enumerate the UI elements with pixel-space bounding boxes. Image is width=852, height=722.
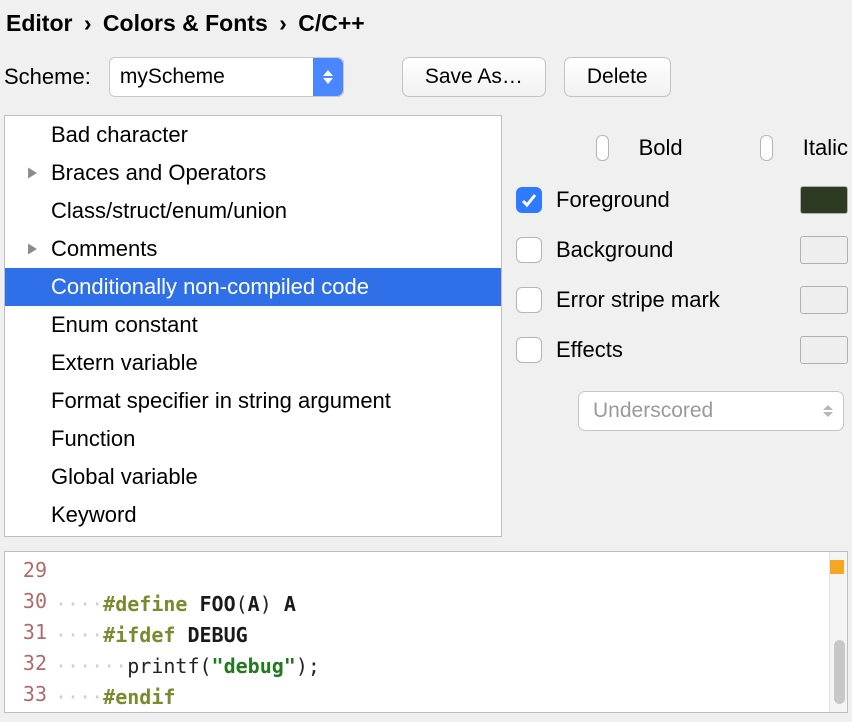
error-stripe-checkbox[interactable]	[516, 287, 542, 313]
code-line: ····#ifdef DEBUG	[55, 620, 829, 651]
foreground-checkbox[interactable]	[516, 187, 542, 213]
list-item[interactable]: Function	[5, 420, 501, 458]
background-checkbox[interactable]	[516, 237, 542, 263]
effects-label: Effects	[556, 337, 786, 363]
line-number-gutter: 29 30 31 32 33	[5, 552, 55, 712]
bold-checkbox[interactable]	[596, 135, 609, 161]
save-as-button[interactable]: Save As…	[402, 57, 546, 97]
scheme-value: myScheme	[110, 58, 313, 96]
code-line: ····#define FOO(A) A	[55, 589, 829, 620]
list-item[interactable]: Format specifier in string argument	[5, 382, 501, 420]
list-item[interactable]: Conditionally non-compiled code	[5, 268, 501, 306]
breadcrumb-sep-icon: ›	[274, 10, 292, 36]
italic-label: Italic	[803, 135, 848, 161]
foreground-color-swatch[interactable]	[800, 186, 848, 214]
effects-type-value: Underscored	[593, 399, 713, 423]
disclosure-triangle-icon[interactable]	[23, 242, 41, 256]
bold-label: Bold	[639, 135, 683, 161]
effects-color-swatch[interactable]	[800, 336, 848, 364]
breadcrumb-editor[interactable]: Editor	[6, 10, 72, 36]
scrollbar-thumb[interactable]	[834, 640, 845, 704]
code-line: ····#endif	[55, 682, 829, 713]
list-item[interactable]: Class/struct/enum/union	[5, 192, 501, 230]
effects-type-select[interactable]: Underscored	[578, 391, 844, 431]
list-item[interactable]: Comments	[5, 230, 501, 268]
disclosure-triangle-icon[interactable]	[23, 166, 41, 180]
error-stripe-color-swatch[interactable]	[800, 286, 848, 314]
dropdown-knob-icon	[313, 58, 343, 96]
list-item[interactable]: Bad character	[5, 116, 501, 154]
list-item[interactable]: Global variable	[5, 458, 501, 496]
list-item[interactable]: Extern variable	[5, 344, 501, 382]
breadcrumb-cpp[interactable]: C/C++	[298, 10, 364, 36]
error-stripe[interactable]	[829, 552, 847, 712]
effects-checkbox[interactable]	[516, 337, 542, 363]
breadcrumb-colors-fonts[interactable]: Colors & Fonts	[103, 10, 268, 36]
list-item[interactable]: Keyword	[5, 496, 501, 534]
scheme-select[interactable]: myScheme	[109, 57, 344, 97]
style-options: Bold Italic Foreground Background Error …	[516, 115, 848, 537]
list-item[interactable]: Braces and Operators	[5, 154, 501, 192]
code-area[interactable]: ····#define FOO(A) A ····#ifdef DEBUG ··…	[55, 552, 829, 712]
code-line	[55, 558, 829, 589]
breadcrumb: Editor › Colors & Fonts › C/C++	[0, 0, 852, 51]
error-stripe-label: Error stripe mark	[556, 287, 786, 313]
warning-marker-icon[interactable]	[830, 560, 844, 574]
breadcrumb-sep-icon: ›	[79, 10, 97, 36]
background-label: Background	[556, 237, 786, 263]
category-list[interactable]: Bad character Braces and Operators Class…	[4, 115, 502, 537]
code-preview[interactable]: 29 30 31 32 33 ····#define FOO(A) A ····…	[4, 551, 848, 713]
foreground-label: Foreground	[556, 187, 786, 213]
list-item[interactable]: Enum constant	[5, 306, 501, 344]
scheme-label: Scheme:	[4, 64, 91, 90]
dropdown-chevron-icon	[823, 405, 833, 417]
italic-checkbox[interactable]	[760, 135, 773, 161]
scheme-row: Scheme: myScheme Save As… Delete	[0, 51, 852, 115]
code-line: ······printf("debug");	[55, 651, 829, 682]
background-color-swatch[interactable]	[800, 236, 848, 264]
delete-button[interactable]: Delete	[564, 57, 671, 97]
